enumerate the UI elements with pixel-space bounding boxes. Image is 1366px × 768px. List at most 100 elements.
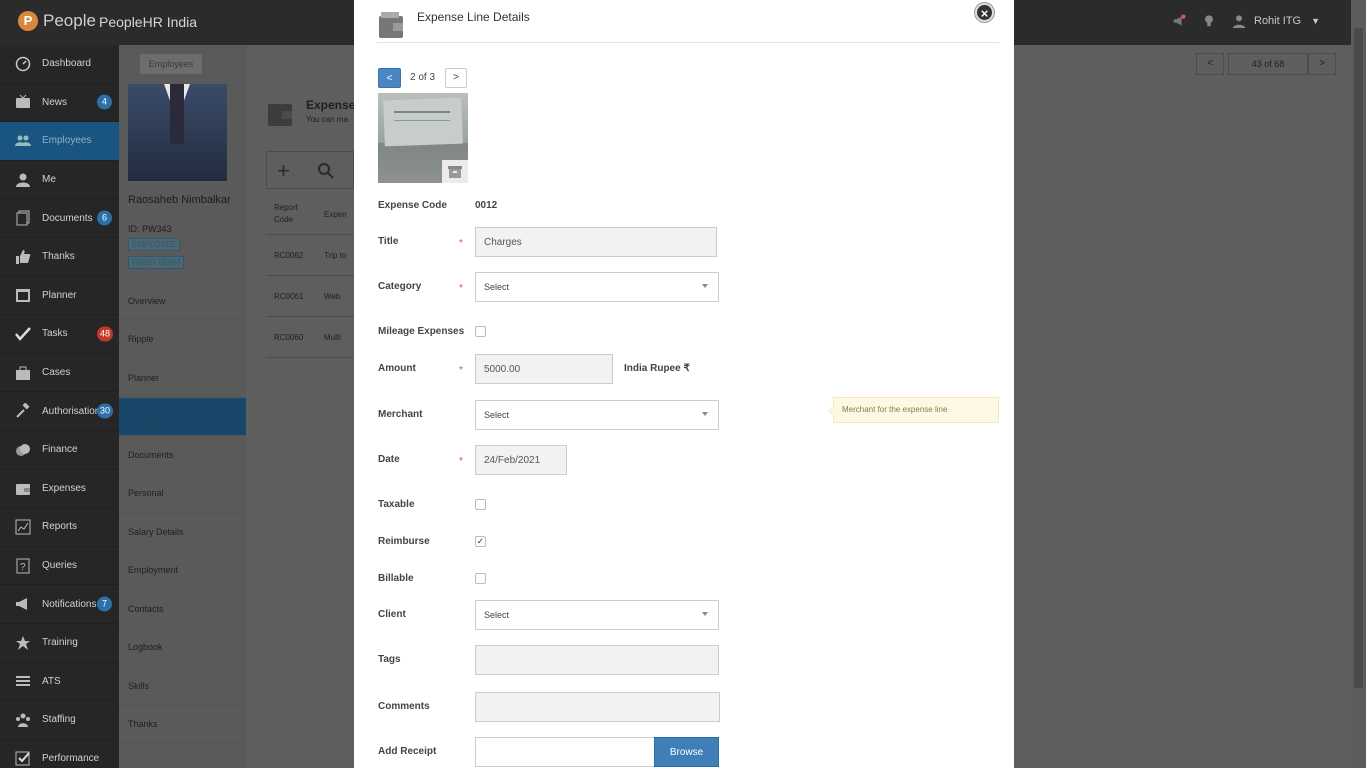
nav-item-label: Finance bbox=[42, 444, 78, 456]
billable-checkbox[interactable] bbox=[475, 573, 486, 584]
employee-menu-thanks[interactable]: Thanks bbox=[119, 706, 246, 744]
browse-button[interactable]: Browse bbox=[654, 737, 719, 767]
nav-item-planner[interactable]: Planner bbox=[0, 277, 119, 316]
nav-item-label: Dashboard bbox=[42, 58, 91, 70]
nav-item-tasks[interactable]: Tasks 48 bbox=[0, 315, 119, 354]
amount-label: Amount bbox=[378, 363, 416, 374]
employee-menu-contacts[interactable]: Contacts bbox=[119, 590, 246, 628]
divider bbox=[377, 42, 999, 43]
close-button[interactable]: × bbox=[975, 3, 994, 22]
page-scrollbar[interactable] bbox=[1351, 0, 1366, 768]
nav-item-me[interactable]: Me bbox=[0, 161, 119, 200]
lightbulb-icon[interactable] bbox=[1202, 14, 1216, 28]
nav-item-queries[interactable]: ? Queries bbox=[0, 547, 119, 586]
app-logo[interactable]: P People bbox=[18, 11, 96, 31]
receipt-thumbnail[interactable] bbox=[378, 93, 468, 183]
archive-icon[interactable] bbox=[442, 160, 468, 183]
mileage-checkbox[interactable] bbox=[475, 326, 486, 337]
scroll-thumb[interactable] bbox=[1354, 28, 1363, 688]
logo-badge: P bbox=[18, 11, 38, 31]
count-badge: 6 bbox=[97, 210, 112, 226]
nav-item-authorisations[interactable]: Authorisations 30 bbox=[0, 392, 119, 431]
tags-input[interactable] bbox=[475, 645, 719, 675]
nav-item-thanks[interactable]: Thanks bbox=[0, 238, 119, 277]
amount-input[interactable]: 5000.00 bbox=[475, 354, 613, 384]
category-select[interactable]: Select bbox=[475, 272, 719, 302]
nav-item-employees[interactable]: Employees bbox=[0, 122, 119, 161]
client-select[interactable]: Select bbox=[475, 600, 719, 630]
title-label: Title bbox=[378, 236, 399, 247]
title-input[interactable]: Charges bbox=[475, 227, 717, 257]
pager-next-button[interactable]: > bbox=[1308, 53, 1336, 75]
employee-tag: FIXED TERM bbox=[128, 256, 185, 269]
thumbs-up-icon bbox=[14, 249, 32, 265]
pager-prev-button[interactable]: < bbox=[1196, 53, 1224, 75]
wallet-icon bbox=[14, 480, 32, 496]
count-badge: 30 bbox=[97, 403, 114, 419]
check-icon bbox=[14, 326, 32, 342]
chevron-down-icon bbox=[702, 612, 708, 616]
user-icon[interactable] bbox=[1232, 14, 1246, 28]
date-input[interactable]: 24/Feb/2021 bbox=[475, 445, 567, 475]
table-row[interactable]: RC0060 Multi bbox=[266, 317, 354, 358]
chevron-down-icon bbox=[702, 284, 708, 288]
expense-code-value: 0012 bbox=[475, 200, 498, 211]
megaphone-icon[interactable] bbox=[1172, 14, 1186, 28]
table-row[interactable]: RC0061 Web bbox=[266, 276, 354, 317]
employee-menu-planner[interactable]: Planner bbox=[119, 359, 246, 397]
next-line-button[interactable]: > bbox=[445, 68, 467, 88]
nav-item-news[interactable]: News 4 bbox=[0, 84, 119, 123]
chevron-down-icon[interactable]: ▼ bbox=[1311, 16, 1320, 26]
employee-menu-salary-details[interactable]: Salary Details bbox=[119, 513, 246, 551]
nav-item-reports[interactable]: Reports bbox=[0, 508, 119, 547]
breadcrumb[interactable]: Employees bbox=[140, 54, 202, 74]
employee-menu-overview[interactable]: Overview bbox=[119, 282, 246, 320]
table-row[interactable]: RC0062 Trip to bbox=[266, 235, 354, 276]
nav-item-finance[interactable]: Finance bbox=[0, 431, 119, 470]
comments-input[interactable] bbox=[475, 692, 720, 722]
nav-item-staffing[interactable]: Staffing bbox=[0, 701, 119, 740]
planner-icon bbox=[14, 287, 32, 303]
report-code-cell: RC0060 bbox=[274, 332, 304, 342]
query-icon: ? bbox=[14, 558, 32, 574]
report-code-cell: RC0061 bbox=[274, 291, 304, 301]
nav-item-cases[interactable]: Cases bbox=[0, 354, 119, 393]
nav-item-notifications[interactable]: Notifications 7 bbox=[0, 585, 119, 624]
nav-item-expenses[interactable]: Expenses bbox=[0, 470, 119, 509]
reimburse-checkbox[interactable]: ✓ bbox=[475, 536, 486, 547]
receipt-file-input[interactable] bbox=[475, 737, 655, 767]
employee-menu-skills[interactable]: Skills bbox=[119, 667, 246, 705]
required-mark: * bbox=[459, 365, 463, 376]
employee-menu-personal[interactable]: Personal bbox=[119, 475, 246, 513]
expense-cell: Multi bbox=[324, 332, 341, 342]
add-icon[interactable]: + bbox=[277, 158, 290, 184]
taxable-checkbox[interactable] bbox=[475, 499, 486, 510]
nav-item-label: Notifications bbox=[42, 598, 97, 610]
nav-item-label: Thanks bbox=[42, 251, 75, 263]
employee-menu-documents[interactable]: Documents bbox=[119, 436, 246, 474]
nav-item-label: Authorisations bbox=[42, 405, 106, 417]
documents-icon bbox=[14, 210, 32, 226]
employee-menu-employment[interactable]: Employment bbox=[119, 552, 246, 590]
prev-line-button[interactable]: < bbox=[378, 68, 401, 88]
search-icon[interactable] bbox=[317, 162, 335, 180]
employee-menu-ripple[interactable]: Ripple bbox=[119, 321, 246, 359]
svg-text:?: ? bbox=[20, 562, 26, 573]
tags-label: Tags bbox=[378, 654, 401, 665]
nav-item-label: Employees bbox=[42, 135, 92, 147]
nav-item-dashboard[interactable]: Dashboard bbox=[0, 45, 119, 84]
nav-item-training[interactable]: Training bbox=[0, 624, 119, 663]
merchant-select[interactable]: Select bbox=[475, 400, 719, 430]
nav-item-performance[interactable]: Performance bbox=[0, 740, 119, 768]
nav-item-label: Staffing bbox=[42, 714, 76, 726]
count-badge: 7 bbox=[97, 596, 112, 612]
employee-name: Raosaheb Nimbalkar bbox=[128, 194, 231, 206]
client-label: Client bbox=[378, 609, 406, 620]
employee-menu-logbook[interactable]: Logbook bbox=[119, 629, 246, 667]
nav-item-ats[interactable]: ATS bbox=[0, 663, 119, 702]
user-name[interactable]: Rohit ITG bbox=[1254, 15, 1301, 27]
employee-menu-expenses[interactable]: Expenses bbox=[119, 397, 246, 436]
logo-text: People bbox=[43, 11, 96, 30]
expense-line-modal: Expense Line Details × < 2 of 3 > Expens… bbox=[354, 0, 1014, 768]
nav-item-documents[interactable]: Documents 6 bbox=[0, 199, 119, 238]
